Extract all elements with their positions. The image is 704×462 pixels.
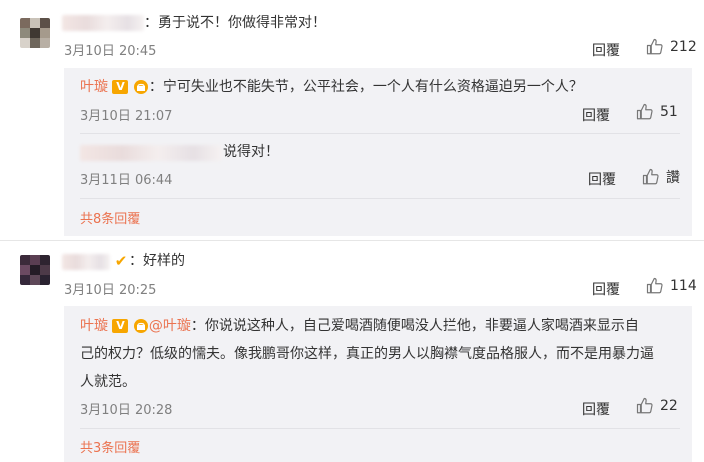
- like-button[interactable]: 22: [636, 397, 678, 415]
- like-label: 讚: [666, 170, 680, 186]
- verified-v-icon: V: [112, 80, 129, 94]
- like-button[interactable]: 114: [646, 277, 697, 295]
- thumbs-up-icon: [646, 38, 663, 55]
- reply-button[interactable]: 回覆: [582, 105, 610, 125]
- like-button[interactable]: 51: [636, 103, 678, 121]
- sub-reply-text: ：宁可失业也不能失节，公平社会，一个人有什么资格逼迫另一个人？: [148, 79, 583, 95]
- avatar[interactable]: [20, 18, 50, 48]
- member-badge-icon: [133, 80, 148, 94]
- sub-reply-username[interactable]: 叶璇: [80, 79, 108, 95]
- like-count: 114: [670, 278, 697, 294]
- mention-link[interactable]: @叶璇: [149, 318, 191, 334]
- comment-divider: [0, 240, 704, 241]
- like-count: 51: [660, 104, 678, 120]
- username-blurred[interactable]: [80, 145, 222, 161]
- username-blurred[interactable]: [62, 254, 110, 270]
- sub-reply-time: 3月10日 21:07: [80, 109, 173, 124]
- like-button[interactable]: 讚: [642, 167, 680, 187]
- thumbs-up-icon: [636, 103, 653, 120]
- thumbs-up-icon: [642, 168, 659, 185]
- sub-reply-2: 叶璇 V @叶璇：你说说这种人，自己爱喝酒随便喝没人拦他，非要逼人家喝酒来显示自…: [80, 312, 680, 396]
- comment-time: 3月10日 20:25: [64, 283, 157, 298]
- sub-reply-1: 叶璇 V ：宁可失业也不能失节，公平社会，一个人有什么资格逼迫另一个人？: [80, 76, 583, 98]
- reply-button[interactable]: 回覆: [592, 279, 620, 299]
- thumbs-up-icon: [646, 277, 663, 294]
- more-replies-link[interactable]: 共3条回覆: [80, 437, 140, 456]
- sub-reply-username[interactable]: 叶璇: [80, 318, 108, 334]
- like-button[interactable]: 212: [646, 38, 697, 56]
- verified-v-icon: ✔: [113, 252, 129, 270]
- reply-button[interactable]: 回覆: [588, 169, 616, 189]
- like-count: 212: [670, 39, 697, 55]
- sub-reply-text-line: 人就范。: [80, 374, 136, 390]
- comment-text: ：好样的: [129, 253, 185, 269]
- sub-reply-time: 3月10日 20:28: [80, 403, 173, 418]
- sub-reply-text-line: 己的权力？低级的懦夫。像我鹏哥你这样，真正的男人以胸襟气度品格服人，而不是用暴力…: [80, 346, 654, 362]
- comment-row: ✔ ：好样的: [113, 250, 185, 272]
- verified-v-icon: V: [112, 319, 129, 333]
- username-blurred[interactable]: [62, 15, 144, 31]
- sub-reply-time: 3月11日 06:44: [80, 173, 173, 188]
- reply-button[interactable]: 回覆: [592, 40, 620, 60]
- more-replies-link[interactable]: 共8条回覆: [80, 208, 140, 227]
- reply-button[interactable]: 回覆: [582, 399, 610, 419]
- thumbs-up-icon: [636, 397, 653, 414]
- like-count: 22: [660, 398, 678, 414]
- sub-reply-text: 说得对！: [223, 144, 279, 160]
- comment-text: ：勇于说不！你做得非常对！: [144, 15, 326, 31]
- member-badge-icon: [133, 319, 148, 333]
- comment-time: 3月10日 20:45: [64, 44, 157, 59]
- sub-reply-text-line: ：你说说这种人，自己爱喝酒随便喝没人拦他，非要逼人家喝酒来显示自: [190, 318, 639, 334]
- avatar[interactable]: [20, 255, 50, 285]
